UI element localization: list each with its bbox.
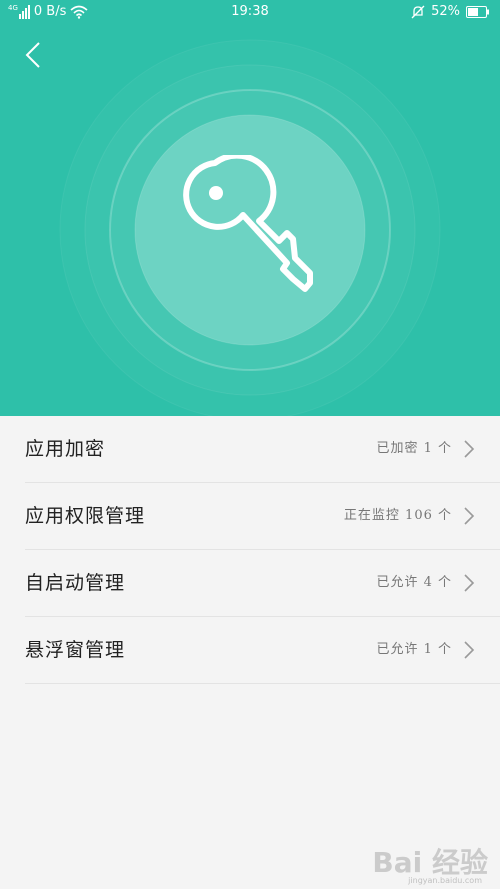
- silent-bell-icon: [411, 5, 425, 18]
- list-item-floating-window[interactable]: 悬浮窗管理 已允许 1 个: [25, 617, 500, 684]
- list-item-value: 已加密 1 个: [376, 441, 452, 456]
- list-item-title: 应用加密: [25, 438, 106, 460]
- battery-percent: 52%: [431, 4, 460, 19]
- list-item-title: 悬浮窗管理: [25, 639, 126, 661]
- chevron-right-icon: [464, 574, 475, 592]
- chevron-right-icon: [464, 507, 475, 525]
- chevron-right-icon: [464, 641, 475, 659]
- list-item-value: 已允许 1 个: [376, 642, 452, 657]
- key-hole: [209, 186, 223, 200]
- key-icon: [183, 155, 313, 292]
- watermark-url: jingyan.baidu.com: [408, 876, 482, 885]
- watermark-logo: Bai 经验: [372, 846, 488, 879]
- chevron-right-icon: [464, 440, 475, 458]
- list-item-title: 应用权限管理: [25, 505, 146, 527]
- list-item-autostart[interactable]: 自启动管理 已允许 4 个: [25, 550, 500, 617]
- hero-header: 4G 0 B/s 19:38 52%: [0, 0, 500, 416]
- chevron-left-icon: [25, 42, 40, 68]
- list-item-value: 已允许 4 个: [376, 575, 452, 590]
- back-button[interactable]: [18, 38, 48, 72]
- list-item-value: 正在监控 106 个: [343, 508, 452, 523]
- status-bar: 4G 0 B/s 19:38 52%: [0, 0, 500, 26]
- list-item-app-permissions[interactable]: 应用权限管理 正在监控 106 个: [25, 483, 500, 550]
- settings-list: 应用加密 已加密 1 个 应用权限管理 正在监控 106 个 自启动管理 已允许…: [0, 416, 500, 684]
- list-item-app-encryption[interactable]: 应用加密 已加密 1 个: [25, 416, 500, 483]
- battery-icon: [466, 5, 489, 18]
- list-item-title: 自启动管理: [25, 572, 126, 594]
